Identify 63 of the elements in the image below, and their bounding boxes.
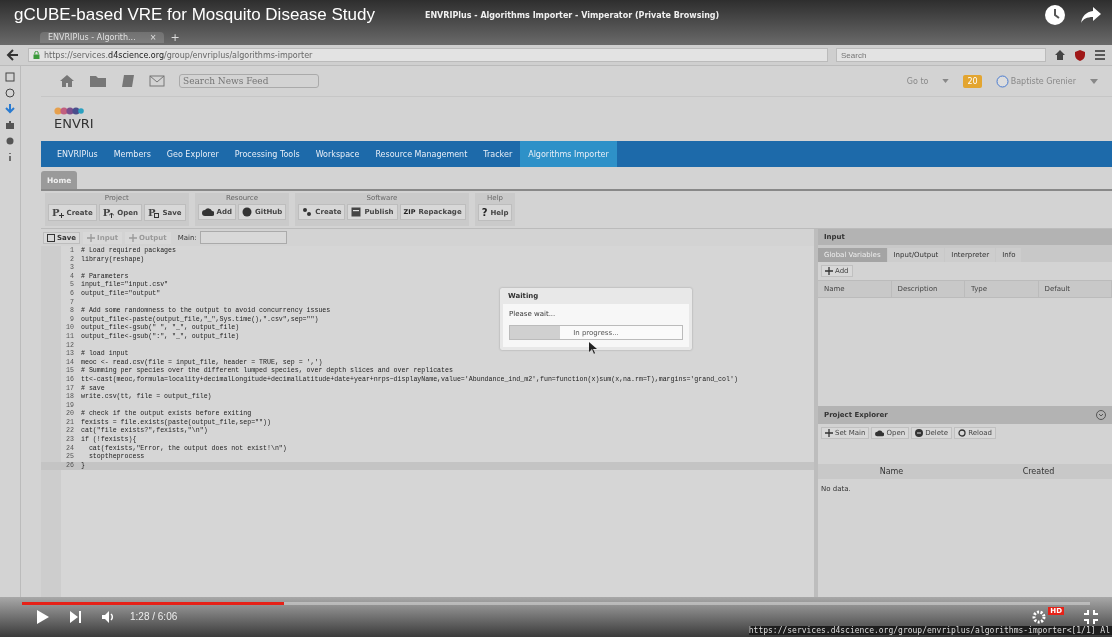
clock-icon[interactable] xyxy=(1044,4,1066,26)
puzzle-icon[interactable] xyxy=(5,120,15,130)
save-icon xyxy=(47,233,55,242)
download-icon[interactable] xyxy=(5,104,15,114)
plus-icon xyxy=(825,429,833,437)
status-mode: <[1/1] Al xyxy=(1066,626,1110,635)
logo-text[interactable]: ENVRI xyxy=(54,116,1112,131)
code-editor[interactable] xyxy=(41,246,814,597)
home-icon[interactable] xyxy=(59,74,75,88)
collapse-icon[interactable] xyxy=(1096,410,1106,420)
bookmark-icon[interactable] xyxy=(5,72,15,82)
caret-icon[interactable] xyxy=(942,79,950,83)
folder-icon[interactable] xyxy=(89,74,107,88)
nav-item[interactable]: ENVRIPlus xyxy=(49,141,106,167)
url-field[interactable]: https://services.d4science.org/group/envriplus/algorithms-importer xyxy=(28,48,828,62)
cloud-icon xyxy=(875,429,885,437)
plus-icon xyxy=(87,233,96,242)
cloud-icon xyxy=(201,207,214,217)
plus-icon xyxy=(129,233,137,242)
minus-circle-icon xyxy=(915,429,924,437)
column-header[interactable]: Created xyxy=(965,464,1112,479)
share-arrow-icon[interactable] xyxy=(1080,6,1102,24)
volume-icon[interactable] xyxy=(102,610,116,623)
column-header[interactable]: Name xyxy=(818,464,965,479)
plus-icon xyxy=(58,213,64,218)
status-url: https://services.d4science.org/group/envriplus/algorithms-importer xyxy=(748,626,1067,635)
new-tab-button[interactable]: + xyxy=(170,31,180,44)
menu-icon[interactable] xyxy=(1094,49,1106,61)
history-icon[interactable] xyxy=(5,88,15,98)
caret-icon[interactable] xyxy=(1090,78,1098,84)
back-arrow-icon[interactable] xyxy=(6,48,20,62)
settings-icon[interactable] xyxy=(1032,609,1047,624)
next-icon[interactable] xyxy=(70,610,82,623)
letter-icon: P xyxy=(102,207,111,218)
play-icon[interactable] xyxy=(36,609,50,624)
mouse-cursor-icon xyxy=(589,342,597,354)
mail-icon[interactable] xyxy=(149,75,165,87)
main-file-field[interactable] xyxy=(199,231,287,244)
exit-fullscreen-icon[interactable] xyxy=(1084,609,1098,624)
video-title[interactable]: gCUBE-based VRE for Mosquito Disease Study xyxy=(14,5,375,25)
search-field[interactable]: Search News Feed xyxy=(179,74,319,88)
nav-item[interactable]: Resource Management xyxy=(367,141,476,167)
nav-item[interactable]: Workspace xyxy=(307,141,368,167)
nav-item[interactable]: Processing Tools xyxy=(226,141,308,167)
padlock-icon xyxy=(33,51,40,59)
avatar-icon[interactable] xyxy=(995,74,1009,88)
reload-icon xyxy=(958,429,967,437)
window-title: ENVRIPlus - Algorithms Importer - Vimperator (Private Browsing) xyxy=(424,10,720,20)
nav-item[interactable]: Members xyxy=(105,141,159,167)
plus-icon xyxy=(825,267,833,275)
search-field[interactable]: Search xyxy=(836,48,1046,62)
letter-icon: P xyxy=(147,207,156,218)
logo-circles-icon xyxy=(54,107,84,115)
letter-icon: P xyxy=(52,207,60,218)
up-arrow-icon xyxy=(109,213,115,218)
nav-item[interactable]: Tracker xyxy=(475,141,521,167)
home-icon[interactable] xyxy=(1054,49,1066,61)
shield-icon[interactable] xyxy=(1074,49,1086,61)
browser-tab[interactable]: ENVRIPlus - Algorith... × xyxy=(40,32,165,43)
video-time: 1:28 / 6:06 xyxy=(130,611,178,622)
people-icon xyxy=(302,207,313,217)
window-icon xyxy=(351,207,362,217)
nav-item[interactable]: Geo Explorer xyxy=(158,141,227,167)
